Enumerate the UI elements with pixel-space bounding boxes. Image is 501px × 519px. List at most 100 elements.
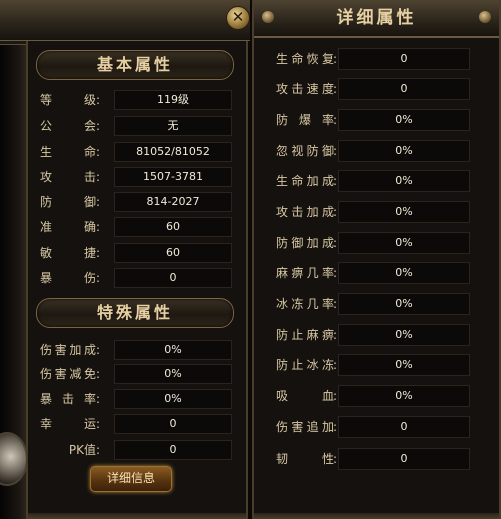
attr-row-crit-damage: 暴伤 : 0 <box>40 268 240 288</box>
colon: : <box>333 205 338 219</box>
colon: : <box>96 271 101 285</box>
attr-value: 0 <box>114 414 232 434</box>
attr-value: 814-2027 <box>114 192 232 212</box>
detail-label: 防止麻痹 <box>276 328 334 342</box>
colon: : <box>96 367 101 381</box>
detailed-attributes-panel: 详细属性 生命恢复 : 0 攻击速度 : 0 防爆率 : 0% 忽视防御 : 0… <box>252 0 501 519</box>
detail-info-button[interactable]: 详细信息 <box>90 466 172 492</box>
attr-label: 暴击率 <box>40 392 96 406</box>
detail-label: 生命恢复 <box>276 52 334 66</box>
colon: : <box>333 144 338 158</box>
attr-label: 防御 <box>40 195 96 209</box>
colon: : <box>96 443 101 457</box>
colon: : <box>333 174 338 188</box>
detail-value: 0 <box>338 78 470 100</box>
detail-label: 防御加成 <box>276 236 334 250</box>
special-attributes-header: 特殊属性 <box>36 298 234 328</box>
detail-row-ignore-defense: 忽视防御 : 0% <box>276 140 476 162</box>
detail-label: 攻击速度 <box>276 82 334 96</box>
attr-row-damage-reduction: 伤害减免 : 0% <box>40 364 240 384</box>
detail-row-freeze-chance: 冰冻几率 : 0% <box>276 293 476 315</box>
colon: : <box>333 52 338 66</box>
attr-row-crit-rate: 暴击率 : 0% <box>40 389 240 409</box>
attr-value: 60 <box>114 217 232 237</box>
detail-label: 防止冰冻 <box>276 358 334 372</box>
detail-value: 0% <box>338 170 470 192</box>
detail-label: 攻击加成 <box>276 205 334 219</box>
colon: : <box>333 389 338 403</box>
detail-label: 麻痹几率 <box>276 266 334 280</box>
colon: : <box>96 392 101 406</box>
detail-value: 0% <box>338 109 470 131</box>
attr-value: 0% <box>114 389 232 409</box>
detail-row-paralyze-chance: 麻痹几率 : 0% <box>276 262 476 284</box>
panel-bottom-edge <box>254 513 499 519</box>
colon: : <box>333 113 338 127</box>
detail-label: 生命加成 <box>276 174 334 188</box>
detail-row-anti-freeze: 防止冰冻 : 0% <box>276 354 476 376</box>
colon: : <box>333 452 338 466</box>
medallion-icon <box>0 432 28 486</box>
attr-label: 准确 <box>40 220 96 234</box>
colon: : <box>96 246 101 260</box>
detail-value: 0% <box>338 293 470 315</box>
attr-value: 无 <box>114 116 232 136</box>
colon: : <box>333 358 338 372</box>
attr-label: 伤害减免 <box>40 367 96 381</box>
basic-attributes-panel: 基本属性 等级 : 119级 公会 : 无 生命 : 81052/81052 攻… <box>0 0 250 519</box>
close-icon[interactable]: ✕ <box>226 6 250 30</box>
detail-row-attack-speed: 攻击速度 : 0 <box>276 78 476 100</box>
attr-value: 0% <box>114 364 232 384</box>
detail-row-defense-bonus: 防御加成 : 0% <box>276 232 476 254</box>
detail-value: 0% <box>338 140 470 162</box>
detail-label: 韧性 <box>276 452 334 466</box>
attr-row-level: 等级 : 119级 <box>40 90 240 110</box>
attr-row-luck: 幸运 : 0 <box>40 414 240 434</box>
attr-value: 0% <box>114 340 232 360</box>
attr-value: 1507-3781 <box>114 167 232 187</box>
attr-row-pk-value: PK值 : 0 <box>40 440 240 460</box>
character-portrait-area <box>0 0 28 519</box>
detail-label: 冰冻几率 <box>276 297 334 311</box>
detail-value: 0% <box>338 232 470 254</box>
detail-value: 0% <box>338 385 470 407</box>
colon: : <box>96 119 101 133</box>
panel-bottom-edge <box>28 513 246 519</box>
detail-value: 0% <box>338 201 470 223</box>
attr-row-guild: 公会 : 无 <box>40 116 240 136</box>
detail-value: 0% <box>338 262 470 284</box>
detail-value: 0 <box>338 48 470 70</box>
attr-label: 等级 <box>40 93 96 107</box>
colon: : <box>96 417 101 431</box>
detail-label: 防爆率 <box>276 113 334 127</box>
detail-label: 忽视防御 <box>276 144 334 158</box>
attr-row-agility: 敏捷 : 60 <box>40 243 240 263</box>
attr-label: 攻击 <box>40 170 96 184</box>
attr-row-defense: 防御 : 814-2027 <box>40 192 240 212</box>
detail-row-toughness: 韧性 : 0 <box>276 448 476 470</box>
detail-value: 0% <box>338 324 470 346</box>
detail-value: 0 <box>338 416 470 438</box>
colon: : <box>333 297 338 311</box>
attr-label: 敏捷 <box>40 246 96 260</box>
colon: : <box>96 195 101 209</box>
colon: : <box>333 328 338 342</box>
detailed-attributes-title: 详细属性 <box>254 0 499 38</box>
attr-label: 幸运 <box>40 417 96 431</box>
ornament-icon <box>479 11 491 23</box>
attr-value: 60 <box>114 243 232 263</box>
attr-value: 119级 <box>114 90 232 110</box>
attr-row-attack: 攻击 : 1507-3781 <box>40 167 240 187</box>
attr-row-damage-bonus: 伤害加成 : 0% <box>40 340 240 360</box>
attr-value: 0 <box>114 440 232 460</box>
colon: : <box>96 93 101 107</box>
colon: : <box>333 82 338 96</box>
attr-label: PK值 <box>68 443 96 457</box>
detail-label: 吸血 <box>276 389 334 403</box>
attr-value: 81052/81052 <box>114 142 232 162</box>
detail-row-anti-paralyze: 防止麻痹 : 0% <box>276 324 476 346</box>
colon: : <box>333 236 338 250</box>
attr-row-accuracy: 准确 : 60 <box>40 217 240 237</box>
colon: : <box>96 343 101 357</box>
detail-row-lifesteal: 吸血 : 0% <box>276 385 476 407</box>
